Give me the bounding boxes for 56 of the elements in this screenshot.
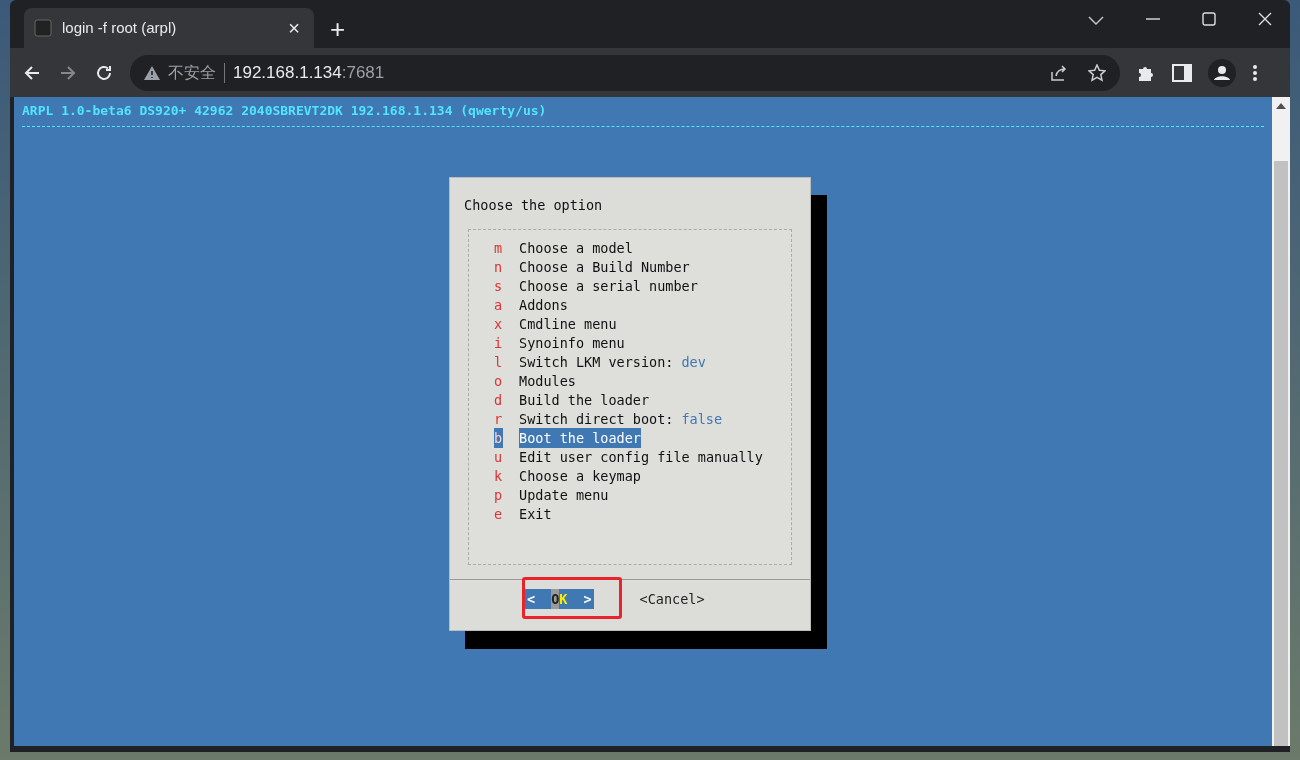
- scrollbar-thumb[interactable]: [1274, 161, 1288, 746]
- menu-item[interactable]: Synoinfo menu: [519, 332, 625, 353]
- hotkey-letter: b: [494, 427, 503, 448]
- menu-item[interactable]: Boot the loader: [519, 427, 641, 448]
- menu-item[interactable]: Choose a serial number: [519, 275, 698, 296]
- maximize-icon[interactable]: [1202, 12, 1216, 26]
- profile-icon[interactable]: [1208, 58, 1236, 87]
- hotkey-letter: s: [494, 276, 503, 296]
- url-port: :7681: [341, 62, 385, 82]
- tab-title: login -f root (arpl): [62, 17, 178, 38]
- menu-item[interactable]: Edit user config file manually: [519, 446, 763, 467]
- dialog-button[interactable]: < OK >: [525, 588, 594, 609]
- menu-item[interactable]: Exit: [519, 503, 552, 524]
- close-icon[interactable]: [1258, 12, 1272, 26]
- new-tab-button[interactable]: +: [324, 16, 352, 42]
- dialog-title: Choose the option: [464, 196, 604, 215]
- browser-tab[interactable]: login -f root (arpl) ×: [24, 8, 314, 48]
- share-icon[interactable]: [1050, 63, 1068, 82]
- hotkey-letter: e: [494, 504, 503, 524]
- terminal-header: ARPL 1.0-beta6 DS920+ 42962 2040SBREVT2DK 192.168.1.134 (qwerty/us): [22, 102, 547, 120]
- menu-item[interactable]: Update menu: [519, 484, 609, 505]
- menu-item[interactable]: Choose a keymap: [519, 465, 641, 486]
- menu-icon[interactable]: [1252, 63, 1258, 82]
- menu-item[interactable]: Choose a model: [519, 237, 633, 258]
- scroll-up-icon[interactable]: [1276, 103, 1286, 109]
- url-host: 192.168.1.134: [233, 62, 342, 82]
- hotkey-letter: n: [494, 257, 503, 277]
- menu-item[interactable]: Switch LKM version:: [519, 351, 674, 372]
- hotkey-letter: l: [494, 352, 503, 372]
- tab-search-icon[interactable]: [1088, 16, 1104, 26]
- hotkey-letter: a: [494, 295, 503, 315]
- bookmark-star-icon[interactable]: [1088, 63, 1106, 82]
- hotkey-letter: i: [494, 333, 503, 353]
- warning-icon: [144, 65, 160, 80]
- hotkey-letter: x: [494, 314, 503, 334]
- close-tab-button[interactable]: ×: [284, 18, 304, 38]
- menu-item[interactable]: Switch direct boot:: [519, 408, 674, 429]
- menu-item[interactable]: Build the loader: [519, 389, 650, 410]
- dialog-button[interactable]: <Cancel>: [639, 588, 705, 609]
- option-value: dev: [681, 352, 706, 372]
- hotkey-letter: r: [494, 409, 503, 429]
- menu-item[interactable]: Cmdline menu: [519, 313, 617, 334]
- option-value: false: [681, 409, 723, 429]
- address-bar[interactable]: 不安全 192.168.1.134:7681: [130, 54, 1120, 91]
- hotkey-letter: p: [494, 485, 503, 505]
- terminal-favicon-icon: [34, 19, 52, 37]
- menu-item[interactable]: Modules: [519, 370, 576, 391]
- security-label: 不安全: [168, 62, 216, 83]
- hotkey-letter: d: [494, 390, 503, 410]
- hotkey-letter: u: [494, 447, 503, 467]
- menu-item[interactable]: Addons: [519, 294, 568, 315]
- side-panel-icon[interactable]: [1172, 63, 1192, 82]
- menu-item[interactable]: Choose a Build Number: [519, 256, 690, 277]
- hotkey-letter: m: [494, 238, 503, 258]
- hotkey-letter: k: [494, 466, 503, 486]
- hotkey-letter: o: [494, 371, 503, 391]
